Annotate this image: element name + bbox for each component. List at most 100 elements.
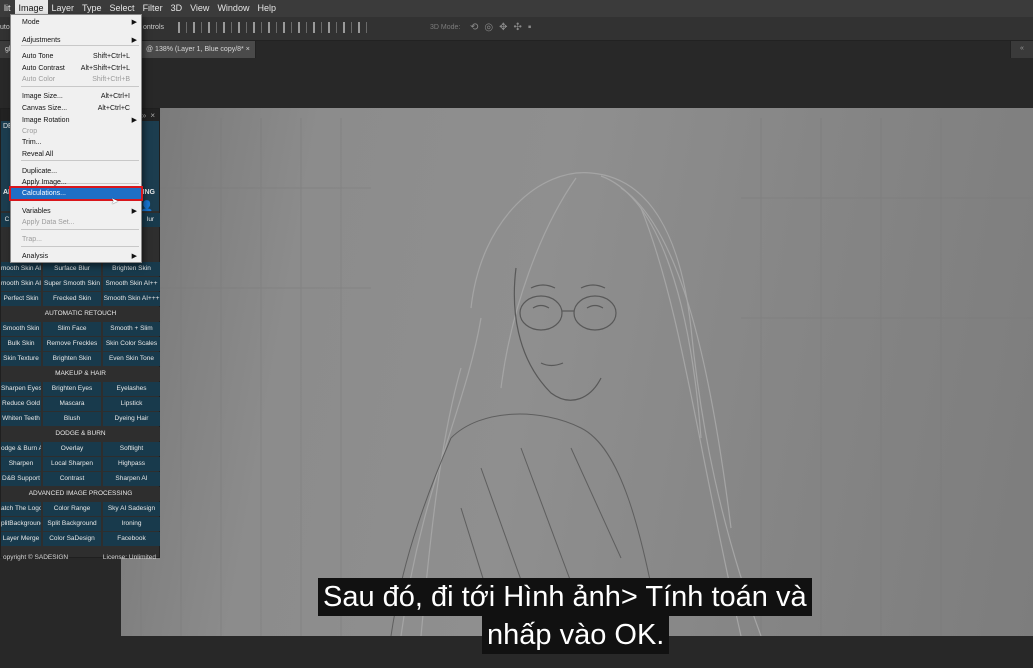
plugin-button-mooth-skin-ai[interactable]: mooth Skin AI [1,262,41,276]
3d-roll-icon[interactable]: ◎ [484,22,493,33]
menu-item-trim[interactable]: Trim... [11,137,141,148]
plugin-button-d-b-support[interactable]: D&B Support [1,472,41,486]
menu-item-reveal-all[interactable]: Reveal All [11,149,141,160]
plugin-button-perfect-skin[interactable]: Perfect Skin [1,292,41,306]
plugin-button-skin-color-scales[interactable]: Skin Color Scales [103,337,160,351]
plugin-button-sharpen-eyes[interactable]: Sharpen Eyes [1,382,41,396]
plugin-button-atch-the-logo[interactable]: atch The Logo [1,502,41,516]
plugin-button-reduce-gold[interactable]: Reduce Gold [1,397,41,411]
plugin-button-surface-blur[interactable]: Surface Blur [43,262,101,276]
plugin-button-color-sadesign[interactable]: Color SaDesign [43,532,101,546]
plugin-button-sharpen[interactable]: Sharpen [1,457,41,471]
plugin-button-frecked-skin[interactable]: Frecked Skin [43,292,101,306]
plugin-button-remove-freckles[interactable]: Remove Freckles [43,337,101,351]
menu-item-image-rotation[interactable]: Image Rotation ▶ [11,115,141,126]
plugin-button-whiten-teeth[interactable]: Whiten Teeth [1,412,41,426]
plugin-button-dyeing-hair[interactable]: Dyeing Hair [103,412,160,426]
panel-close-icon[interactable]: × [150,111,155,120]
align-hcenter-icon[interactable] [238,22,247,33]
menu-item-label: Variables [22,208,51,215]
plugin-button-local-sharpen[interactable]: Local Sharpen [43,457,101,471]
align-top-icon[interactable] [178,22,187,33]
plugin-button-brighten-skin[interactable]: Brighten Skin [103,262,160,276]
distribute-bottom-icon[interactable] [298,22,307,33]
expand-panels-icon[interactable]: « [1011,41,1033,57]
menu-item-image-size[interactable]: Image Size... Alt+Ctrl+I [11,91,141,102]
plugin-button-eyelashes[interactable]: Eyelashes [103,382,160,396]
plugin-button-color-range[interactable]: Color Range [43,502,101,516]
menu-help[interactable]: Help [253,0,280,17]
plugin-button[interactable]: lur [141,213,160,227]
menu-view[interactable]: View [186,0,213,17]
menu-filter[interactable]: Filter [139,0,167,17]
plugin-button-softlight[interactable]: Softlight [103,442,160,456]
align-left-icon[interactable] [223,22,232,33]
plugin-button-super-smooth-skin[interactable]: Super Smooth Skin [43,277,101,291]
plugin-button-smooth-skin-ai-[interactable]: Smooth Skin AI++ [103,277,160,291]
plugin-button-plitbackground[interactable]: plitBackground [1,517,41,531]
menu-item-crop[interactable]: Crop [11,126,141,137]
user-icon[interactable]: 👤 [141,201,153,212]
plugin-button-brighten-skin[interactable]: Brighten Skin [43,352,101,366]
transform-controls-label[interactable]: ontrols [143,24,164,31]
menu-separator [21,200,139,201]
plugin-button-facebook[interactable]: Facebook [103,532,160,546]
document-tab-2[interactable]: @ 138% (Layer 1, Blue copy/8* × [141,41,256,58]
menu-item-adjustments[interactable]: Adjustments ▶ [11,35,141,46]
3d-camera-icon[interactable]: ▪ [528,22,532,33]
plugin-button-sharpen-ai[interactable]: Sharpen AI [103,472,160,486]
menu-item-calculations[interactable]: Calculations... [9,186,143,201]
menu-item-auto-tone[interactable]: Auto Tone Shift+Ctrl+L [11,51,141,62]
panel-title-right: ING [142,189,155,196]
menu-item-canvas-size[interactable]: Canvas Size... Alt+Ctrl+C [11,103,141,114]
plugin-button-contrast[interactable]: Contrast [43,472,101,486]
menu-item-analysis[interactable]: Analysis ▶ [11,251,141,262]
menu-item-apply-image[interactable]: Apply Image... [11,177,141,188]
plugin-button-slim-face[interactable]: Slim Face [43,322,101,336]
plugin-button-skin-texture[interactable]: Skin Texture [1,352,41,366]
plugin-button-sky-ai-sadesign[interactable]: Sky AI Sadesign [103,502,160,516]
plugin-button-smooth-slim[interactable]: Smooth + Slim [103,322,160,336]
plugin-button-ironing[interactable]: Ironing [103,517,160,531]
plugin-button-layer-merge[interactable]: Layer Merge [1,532,41,546]
align-right-icon[interactable] [253,22,262,33]
canvas-image[interactable] [121,108,1033,636]
menu-window[interactable]: Window [213,0,253,17]
distribute-top-icon[interactable] [268,22,277,33]
plugin-button-highpass[interactable]: Highpass [103,457,160,471]
plugin-button-odge-burn-ai[interactable]: odge & Burn AI [1,442,41,456]
close-tab-icon[interactable]: × [246,46,250,53]
auto-align-icon[interactable] [358,22,367,33]
plugin-button-smooth-skin[interactable]: Smooth Skin [1,322,41,336]
distribute-hcenter-icon[interactable] [328,22,337,33]
plugin-button-overlay[interactable]: Overlay [43,442,101,456]
3d-pan-icon[interactable]: ✥ [499,22,507,33]
distribute-right-icon[interactable] [343,22,352,33]
document-tab-2-label: @ 138% (Layer 1, Blue copy/8* [146,46,244,53]
menu-item-label: Reveal All [22,151,54,158]
align-bottom-icon[interactable] [208,22,217,33]
align-vcenter-icon[interactable] [193,22,202,33]
3d-slide-icon[interactable]: ✣ [514,22,522,33]
plugin-button-mascara[interactable]: Mascara [43,397,101,411]
plugin-button-bulk-skin[interactable]: Bulk Skin [1,337,41,351]
plugin-button-mooth-skin-ai-[interactable]: mooth Skin AI+ [1,277,41,291]
plugin-button-even-skin-tone[interactable]: Even Skin Tone [103,352,160,366]
plugin-button-smooth-skin-ai-[interactable]: Smooth Skin AI+++ [103,292,160,306]
distribute-vcenter-icon[interactable] [283,22,292,33]
menu-3d[interactable]: 3D [167,0,187,17]
3d-rotate-icon[interactable]: ⟲ [470,22,478,33]
menu-item-apply-data-set[interactable]: Apply Data Set... [11,217,141,228]
menu-item-mode[interactable]: Mode ▶ [11,17,141,28]
menu-item-duplicate[interactable]: Duplicate... [11,166,141,177]
distribute-left-icon[interactable] [313,22,322,33]
plugin-button-split-background[interactable]: Split Background [43,517,101,531]
plugin-button-lipstick[interactable]: Lipstick [103,397,160,411]
plugin-button-blush[interactable]: Blush [43,412,101,426]
menu-item-variables[interactable]: Variables ▶ [11,206,141,217]
menu-item-trap[interactable]: Trap... [11,234,141,245]
menu-item-auto-color[interactable]: Auto Color Shift+Ctrl+B [11,74,141,85]
menu-item-auto-contrast[interactable]: Auto Contrast Alt+Shift+Ctrl+L [11,63,141,74]
panel-collapse-icon[interactable]: » [142,111,146,120]
plugin-button-brighten-eyes[interactable]: Brighten Eyes [43,382,101,396]
